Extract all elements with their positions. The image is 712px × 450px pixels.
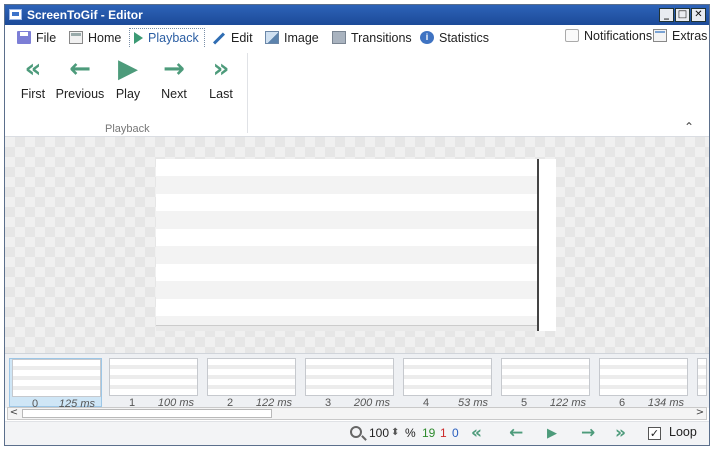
extras-label: Extras	[672, 28, 708, 43]
right-arrow-icon: →	[163, 54, 185, 84]
frame-thumbnail-image	[109, 358, 198, 396]
notifications-button[interactable]: Notifications	[561, 26, 656, 45]
first-frame-icon[interactable]: «	[471, 423, 482, 443]
play-icon: ▶	[118, 54, 138, 84]
double-left-arrow-icon: «	[24, 54, 42, 84]
home-icon	[69, 31, 83, 44]
minimize-button[interactable]: _	[659, 8, 674, 22]
status-bar: 100 ⬍ % 19 1 0 « ← ▶ → » ✓ Loop	[5, 421, 709, 445]
frame-thumbnail-image	[305, 358, 394, 396]
editor-window: ScreenToGif - Editor _ □ ✕ File Home Pla…	[4, 4, 710, 446]
first-frame-button[interactable]: « First	[8, 55, 58, 107]
zoom-spinner-icon[interactable]: ⬍	[391, 427, 399, 438]
tab-home[interactable]: Home	[65, 28, 125, 47]
ribbon-group-label: Playback	[105, 123, 150, 135]
last-frame-icon[interactable]: »	[615, 423, 626, 443]
frame-thumbnail[interactable]: 0 125 ms	[9, 358, 102, 410]
tab-image[interactable]: Image	[261, 28, 323, 47]
ribbon-tab-bar: File Home Playback Edit Image Transition…	[5, 25, 709, 49]
selected-count: 1	[440, 426, 447, 440]
frame-thumbnail[interactable]: 2 122 ms	[205, 358, 298, 409]
loop-label: Loop	[669, 425, 697, 439]
play-button[interactable]: ▶ Play	[103, 55, 153, 107]
frame-count: 19	[422, 426, 436, 440]
frame-inner-scrollbar	[156, 325, 537, 331]
zoom-icon	[350, 426, 362, 438]
current-frame-image	[156, 159, 556, 331]
double-right-arrow-icon: »	[212, 54, 230, 84]
tab-file-label: File	[36, 30, 57, 45]
frame-viewer	[5, 137, 709, 353]
frame-thumbnail[interactable]: 1 100 ms	[107, 358, 200, 409]
image-icon	[265, 31, 279, 44]
tab-file[interactable]: File	[13, 28, 60, 47]
tab-statistics-label: Statistics	[439, 30, 490, 45]
frame-scrollbar-edge	[537, 159, 539, 331]
tab-edit[interactable]: Edit	[208, 28, 257, 47]
tab-edit-label: Edit	[231, 30, 253, 45]
ribbon-group-separator	[247, 53, 248, 133]
frame-thumbnail[interactable]: 4 53 ms	[401, 358, 494, 409]
next-frame-icon[interactable]: →	[581, 423, 595, 443]
notifications-label: Notifications	[584, 28, 653, 43]
frame-thumbnail-partial[interactable]	[695, 358, 707, 407]
previous-label: Previous	[55, 87, 105, 101]
scroll-right-icon[interactable]: >	[694, 407, 706, 420]
tab-playback-label: Playback	[148, 31, 199, 45]
window-title: ScreenToGif - Editor	[27, 8, 143, 22]
play-icon[interactable]: ▶	[547, 426, 557, 441]
tab-statistics[interactable]: i Statistics	[416, 28, 493, 47]
left-arrow-icon: ←	[69, 54, 91, 84]
frame-thumbnail-image	[697, 358, 707, 396]
zoom-unit: %	[405, 426, 416, 440]
current-frame-index: 0	[452, 426, 459, 440]
last-label: Last	[209, 87, 233, 101]
frame-thumbnail-image	[599, 358, 688, 396]
maximize-button[interactable]: □	[675, 8, 690, 22]
floppy-icon	[17, 31, 31, 44]
collapse-ribbon-icon[interactable]: ⌃	[684, 120, 694, 134]
tab-image-label: Image	[284, 30, 319, 45]
tab-transitions-label: Transitions	[351, 30, 412, 45]
extras-button[interactable]: Extras	[649, 26, 711, 45]
title-bar: ScreenToGif - Editor _ □ ✕	[5, 5, 709, 25]
frame-list-scrollbar[interactable]: < >	[7, 407, 707, 420]
zoom-value[interactable]: 100	[369, 426, 389, 440]
tab-home-label: Home	[88, 30, 122, 45]
notification-icon	[565, 29, 579, 42]
tab-playback[interactable]: Playback	[129, 28, 205, 47]
frame-content	[156, 159, 537, 325]
scrollbar-thumb[interactable]	[22, 409, 272, 418]
next-frame-button[interactable]: → Next	[149, 55, 199, 107]
frame-thumbnail[interactable]: 3 200 ms	[303, 358, 396, 409]
app-icon	[9, 9, 22, 20]
frame-thumbnail-image	[12, 359, 101, 397]
frame-thumbnail-image	[501, 358, 590, 396]
last-frame-button[interactable]: » Last	[196, 55, 246, 107]
frame-thumbnail[interactable]: 6 134 ms	[597, 358, 690, 409]
close-button[interactable]: ✕	[691, 8, 706, 22]
extras-icon	[653, 29, 667, 42]
tab-transitions[interactable]: Transitions	[328, 28, 416, 47]
previous-frame-button[interactable]: ← Previous	[55, 55, 105, 107]
loop-checkbox[interactable]: ✓	[648, 427, 661, 440]
frame-thumbnail-image	[403, 358, 492, 396]
play-icon	[134, 32, 143, 44]
first-label: First	[20, 87, 46, 101]
frame-thumbnail[interactable]: 5 122 ms	[499, 358, 592, 409]
frame-list: 0 125 ms 1 100 ms 2 122 ms 3 200 ms 4 53…	[5, 353, 709, 410]
play-label: Play	[115, 87, 141, 101]
pencil-icon	[212, 32, 226, 45]
transitions-icon	[332, 31, 346, 44]
playback-ribbon: « First ← Previous ▶ Play → Next » Last …	[5, 49, 709, 137]
scroll-left-icon[interactable]: <	[8, 407, 20, 420]
next-label: Next	[161, 87, 187, 101]
previous-frame-icon[interactable]: ←	[509, 423, 523, 443]
info-icon: i	[420, 31, 434, 44]
frame-thumbnail-image	[207, 358, 296, 396]
